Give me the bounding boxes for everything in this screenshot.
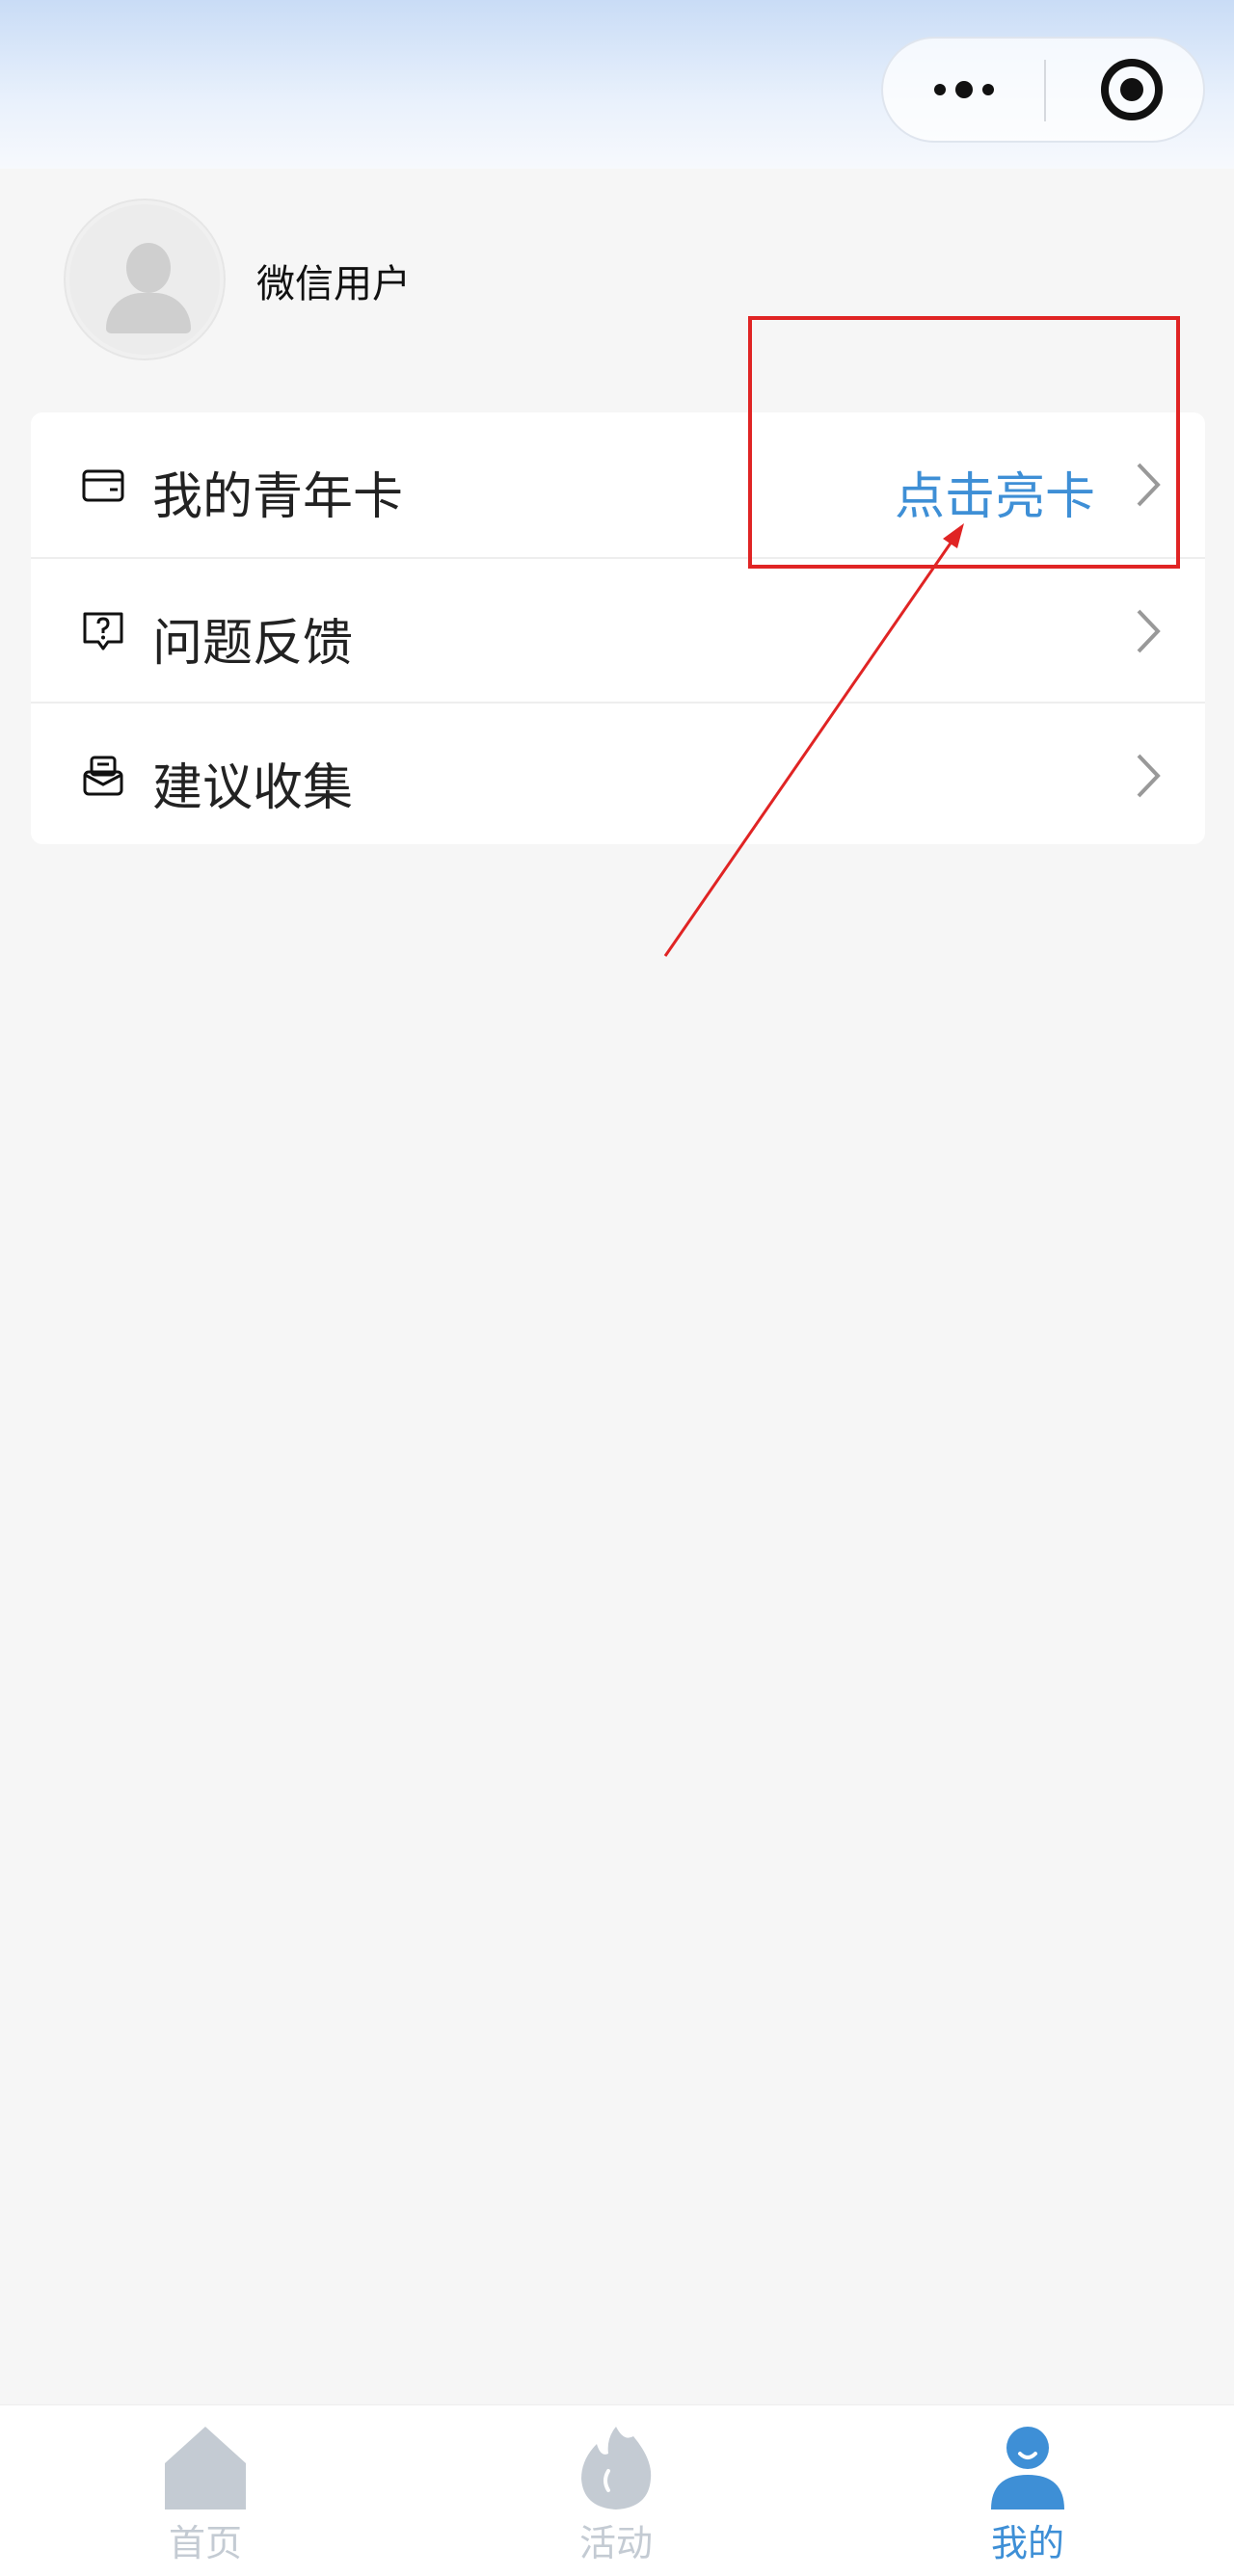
avatar-head-shape	[126, 243, 171, 293]
tab-home[interactable]: 首页	[0, 2405, 411, 2576]
menu-item-label: 问题反馈	[152, 615, 354, 673]
chevron-right-icon	[1137, 754, 1161, 798]
avatar[interactable]	[66, 200, 224, 359]
menu-item-feedback[interactable]: 问题反馈	[31, 557, 1205, 702]
tab-mine[interactable]: 我的	[821, 2405, 1234, 2576]
username: 微信用户	[256, 262, 411, 306]
user-icon	[991, 2427, 1064, 2510]
chevron-right-icon	[1137, 609, 1161, 653]
menu-item-suggestions[interactable]: 建议收集	[31, 702, 1205, 844]
menu-item-label: 建议收集	[152, 759, 354, 817]
tab-label: 活动	[578, 2522, 653, 2564]
close-target-icon[interactable]	[1101, 59, 1163, 120]
tab-activity[interactable]: 活动	[411, 2405, 821, 2576]
capsule-divider	[1044, 60, 1046, 121]
flame-icon	[581, 2427, 652, 2510]
miniprogram-capsule	[881, 37, 1205, 143]
home-icon	[165, 2427, 246, 2510]
annotation-highlight-box	[748, 316, 1180, 569]
feedback-question-icon	[83, 612, 123, 651]
menu-item-label: 我的青年卡	[152, 468, 404, 526]
tab-label: 我的	[990, 2522, 1064, 2564]
bottom-tab-bar: 首页 活动 我的	[0, 2404, 1234, 2576]
avatar-body-shape	[106, 293, 191, 333]
more-dots-icon[interactable]	[883, 39, 1045, 141]
suggestion-box-icon	[83, 756, 123, 796]
wallet-card-icon	[82, 469, 124, 502]
tab-label: 首页	[168, 2522, 242, 2564]
